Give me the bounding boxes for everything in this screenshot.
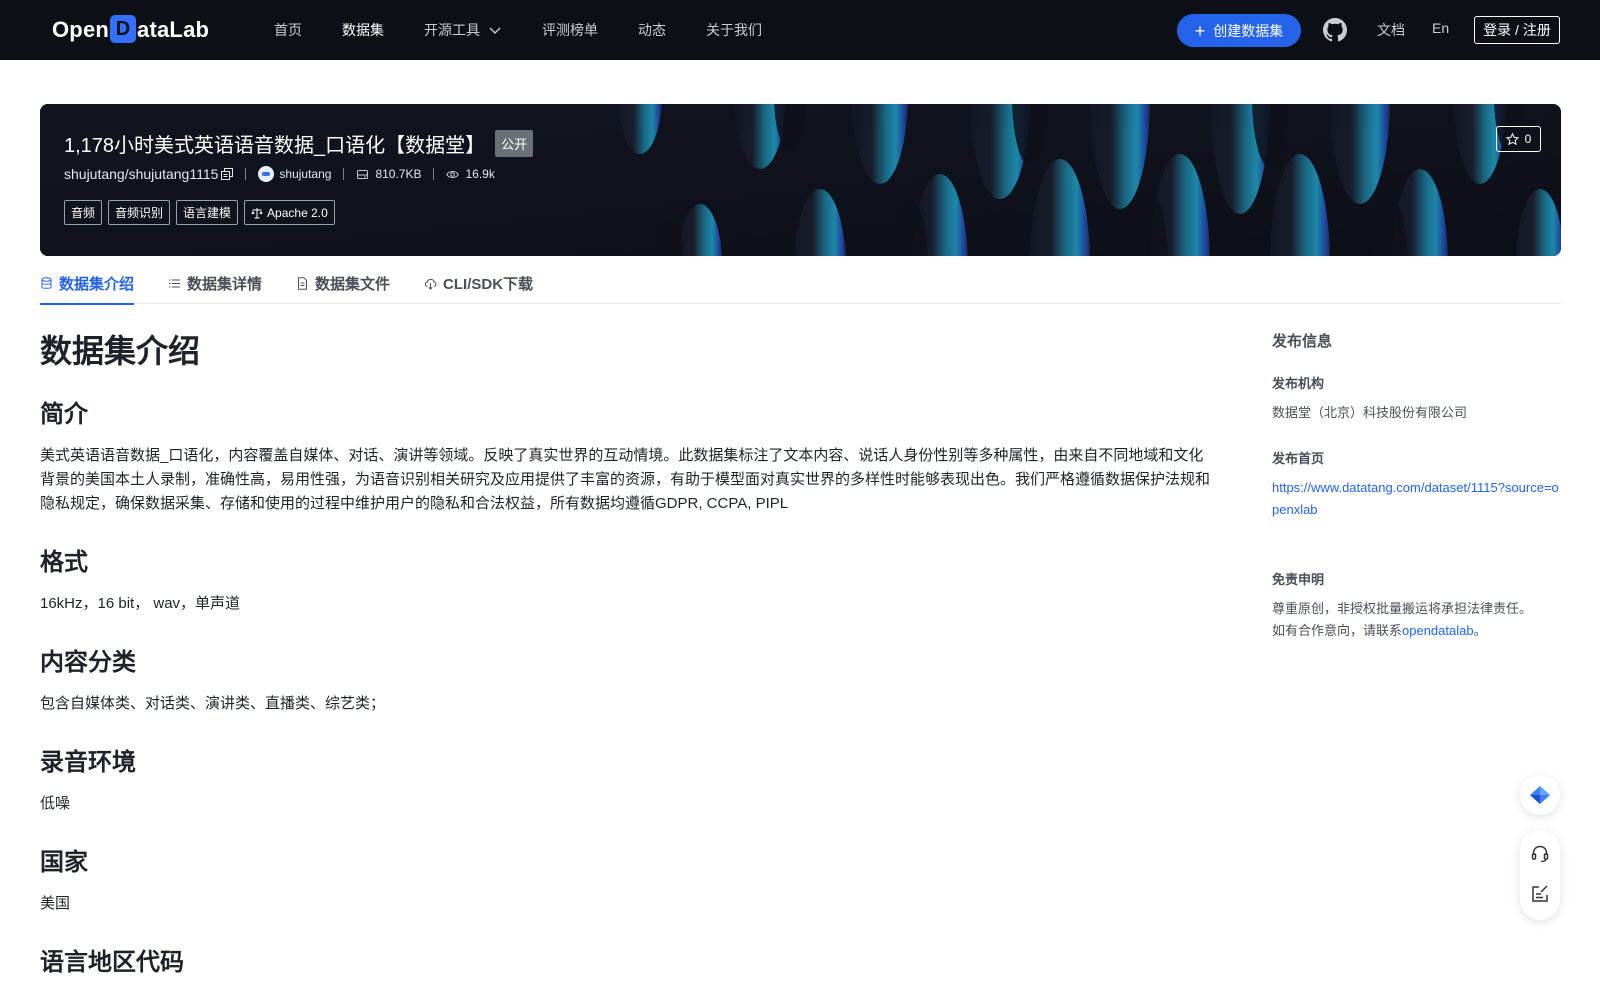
meta-divider xyxy=(343,168,345,180)
docs-link[interactable]: 文档 xyxy=(1377,20,1405,40)
dataset-path: shujutang/shujutang1115 xyxy=(64,166,234,182)
language-toggle[interactable]: En xyxy=(1432,20,1449,36)
star-button[interactable]: 0 xyxy=(1496,126,1541,152)
create-dataset-button[interactable]: + 创建数据集 xyxy=(1177,14,1301,47)
tab-dataset-details[interactable]: 数据集详情 xyxy=(168,262,262,304)
opendatalab-contact-link[interactable]: opendatalab xyxy=(1402,623,1474,638)
dataset-owner[interactable]: shujutang xyxy=(258,166,331,182)
homepage-link[interactable]: https://www.datatang.com/dataset/1115?so… xyxy=(1272,477,1564,521)
logo-d-mark: D xyxy=(110,15,137,43)
cloud-download-icon xyxy=(424,278,437,290)
dataset-intro-content: 数据集介绍 简介 美式英语语音数据_口语化，内容覆盖自媒体、对话、演讲等领域。反… xyxy=(40,326,1210,978)
nav-home[interactable]: 首页 xyxy=(274,20,302,40)
tag-language-modeling[interactable]: 语言建模 xyxy=(176,200,239,225)
dataset-size: 810.7KB xyxy=(356,167,421,181)
github-icon[interactable] xyxy=(1323,18,1347,42)
section-body: 16kHz，16 bit， wav，单声道 xyxy=(40,595,241,612)
floating-assistant-button[interactable] xyxy=(1520,775,1560,815)
dataset-views: 16.9k xyxy=(446,167,495,181)
copy-icon[interactable] xyxy=(221,168,234,180)
login-register-button[interactable]: 登录 / 注册 xyxy=(1474,16,1560,44)
dataset-tags: 音频 音频识别 语言建模 Apache 2.0 xyxy=(64,200,341,225)
file-icon xyxy=(298,276,308,290)
publisher-value: 数据堂（北京）科技股份有限公司 xyxy=(1272,405,1468,420)
diamond-logo-icon xyxy=(1530,786,1550,804)
tab-cli-sdk-download[interactable]: CLI/SDK下载 xyxy=(424,262,533,304)
dataset-hero-banner: 1,178小时美式英语语音数据_口语化【数据堂】 公开 shujutang/sh… xyxy=(40,104,1561,256)
chevron-down-icon xyxy=(489,27,501,34)
section-heading: 内容分类 xyxy=(40,649,136,676)
disclaimer-label: 免责申明 xyxy=(1272,572,1325,587)
nav-datasets[interactable]: 数据集 xyxy=(342,20,384,40)
dataset-title: 1,178小时美式英语语音数据_口语化【数据堂】 xyxy=(64,135,486,157)
feedback-edit-icon[interactable] xyxy=(1530,884,1550,904)
homepage-label: 发布首页 xyxy=(1272,451,1325,466)
section-heading: 语言地区代码 xyxy=(40,949,184,976)
section-heading: 国家 xyxy=(40,849,88,876)
section-body: 低噪 xyxy=(40,795,71,812)
nav-leaderboard[interactable]: 评测榜单 xyxy=(542,20,598,40)
nav-open-tools[interactable]: 开源工具 xyxy=(424,20,502,40)
section-heading: 简介 xyxy=(40,401,88,428)
nav-about[interactable]: 关于我们 xyxy=(706,20,762,40)
plus-icon: + xyxy=(1194,20,1206,41)
dataset-meta-row: shujutang/shujutang1115 shujutang 810.7K… xyxy=(64,166,495,182)
storage-icon xyxy=(357,169,369,179)
headset-icon[interactable] xyxy=(1530,844,1550,864)
dataset-title-row: 1,178小时美式英语语音数据_口语化【数据堂】 公开 xyxy=(64,129,534,158)
nav-news[interactable]: 动态 xyxy=(638,20,666,40)
section-heading: 录音环境 xyxy=(40,749,136,776)
page-title: 数据集介绍 xyxy=(40,333,201,369)
section-heading: 格式 xyxy=(40,549,88,576)
meta-divider xyxy=(433,168,435,180)
tab-dataset-files[interactable]: 数据集文件 xyxy=(296,262,390,304)
tag-speech-recognition[interactable]: 音频识别 xyxy=(108,200,171,225)
section-body: 美式英语语音数据_口语化，内容覆盖自媒体、对话、演讲等领域。反映了真实世界的互动… xyxy=(40,447,1211,512)
publish-info-sidebar: 发布信息 发布机构 数据堂（北京）科技股份有限公司 发布首页 https://w… xyxy=(1272,330,1564,642)
publisher-label: 发布机构 xyxy=(1272,376,1325,391)
database-icon xyxy=(41,276,52,289)
section-body: 美国 xyxy=(40,895,71,912)
opendatalab-logo[interactable]: Open DataLab xyxy=(52,14,209,46)
tag-audio[interactable]: 音频 xyxy=(64,200,103,225)
list-icon xyxy=(169,279,181,287)
scale-icon xyxy=(251,207,263,218)
dataset-tabs: 数据集介绍 数据集详情 数据集文件 CLI/SDK下载 xyxy=(40,262,1561,305)
meta-divider xyxy=(245,168,247,180)
visibility-badge: 公开 xyxy=(495,130,534,157)
disclaimer-text: 尊重原创，非授权批量搬运将承担法律责任。 如有合作意向，请联系opendatal… xyxy=(1272,601,1533,638)
owner-avatar xyxy=(258,166,275,182)
eye-icon xyxy=(446,170,460,178)
top-nav: Open DataLab 首页 数据集 开源工具 评测榜单 动态 关于我们 + 创… xyxy=(0,0,1600,60)
tab-dataset-intro[interactable]: 数据集介绍 xyxy=(40,262,135,305)
star-icon xyxy=(1505,132,1519,145)
floating-tool-panel xyxy=(1520,830,1560,920)
license-tag[interactable]: Apache 2.0 xyxy=(244,200,335,225)
section-body: 包含自媒体类、对话类、演讲类、直播类、综艺类； xyxy=(40,695,386,712)
sidebar-title: 发布信息 xyxy=(1272,333,1333,350)
nav-links: 首页 数据集 开源工具 评测榜单 动态 关于我们 xyxy=(274,0,802,60)
